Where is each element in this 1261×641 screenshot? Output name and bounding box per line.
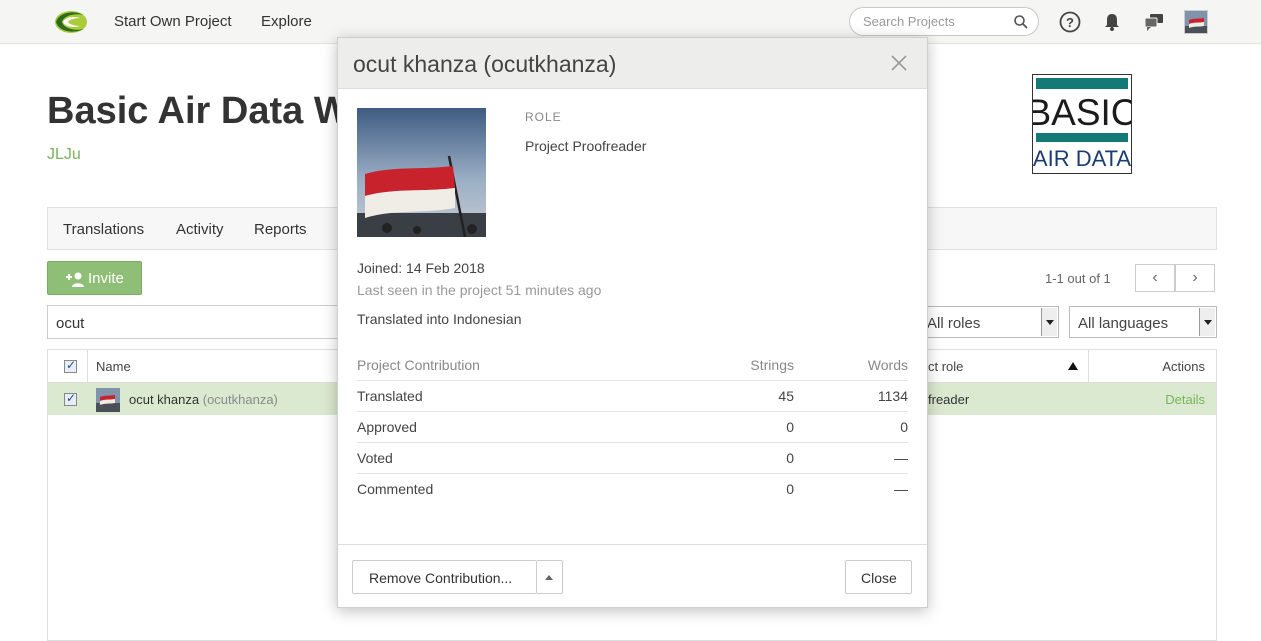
svg-text:?: ?: [1066, 15, 1074, 30]
svg-text:BASIC: BASIC: [1033, 92, 1131, 133]
close-button[interactable]: Close: [845, 560, 912, 594]
svg-text:AIR DATA: AIR DATA: [1033, 146, 1131, 171]
notifications-bell-icon[interactable]: [1100, 10, 1124, 34]
indonesian-flag-photo-icon: [357, 108, 486, 237]
invite-button[interactable]: Invite: [47, 261, 142, 295]
avatar-flag-icon: [1185, 11, 1207, 33]
messages-icon[interactable]: [1142, 10, 1166, 34]
chevron-down-icon[interactable]: [1041, 308, 1057, 336]
role-value: Project Proofreader: [525, 138, 647, 154]
project-title: Basic Air Data W: [47, 90, 350, 132]
contribution-row-voted: Voted 0 —: [357, 443, 908, 474]
pager-count: 1-1 out of 1: [1045, 271, 1111, 286]
close-icon[interactable]: [890, 54, 908, 72]
translated-languages: Translated into Indonesian: [357, 311, 522, 327]
nav-start-own-project[interactable]: Start Own Project: [114, 13, 232, 30]
contribution-row-commented: Commented 0 —: [357, 481, 908, 497]
roles-select-value: All roles: [927, 315, 981, 332]
remove-options-dropdown-button[interactable]: [537, 560, 563, 594]
row-checkbox[interactable]: [64, 391, 77, 406]
tab-reports[interactable]: Reports: [254, 221, 307, 238]
contribution-header-strings: Strings: [750, 357, 794, 373]
member-details-dialog: ocut khanza (ocutkhanza) ROLE Project Pr…: [337, 37, 928, 608]
search-icon[interactable]: [1013, 14, 1029, 30]
contribution-header-label: Project Contribution: [357, 357, 480, 373]
select-all-checkbox[interactable]: [64, 358, 77, 373]
search-placeholder: Search Projects: [863, 14, 955, 29]
user-avatar[interactable]: [1184, 10, 1208, 34]
remove-contribution-button[interactable]: Remove Contribution...: [352, 560, 537, 594]
last-seen: Last seen in the project 51 minutes ago: [357, 282, 602, 298]
member-username: (ocutkhanza): [202, 392, 278, 407]
dialog-header: ocut khanza (ocutkhanza): [338, 38, 927, 89]
column-header-actions: Actions: [1162, 359, 1205, 374]
languages-select[interactable]: All languages: [1069, 306, 1217, 338]
add-user-icon: [66, 272, 84, 287]
joined-date: Joined: 14 Feb 2018: [357, 260, 485, 276]
crowdin-logo-icon[interactable]: [50, 8, 88, 36]
dialog-footer: Remove Contribution... Close: [338, 544, 927, 607]
details-link[interactable]: Details: [1165, 392, 1205, 407]
member-photo: [357, 108, 486, 237]
member-filter-input[interactable]: ocut: [47, 305, 347, 339]
search-input[interactable]: Search Projects: [849, 7, 1039, 36]
contribution-row-translated: Translated 45 1134: [357, 381, 908, 412]
remove-contribution-label: Remove Contribution...: [369, 570, 513, 586]
contribution-header: Project Contribution Strings Words: [357, 350, 908, 381]
project-owner-link[interactable]: JLJu: [47, 146, 81, 164]
close-button-label: Close: [861, 570, 897, 586]
member-role: freader: [928, 392, 970, 407]
column-header-name[interactable]: Name: [96, 359, 131, 374]
role-label: ROLE: [525, 110, 562, 124]
member-name[interactable]: ocut khanza (ocutkhanza): [129, 392, 278, 407]
languages-select-value: All languages: [1078, 315, 1169, 332]
help-icon[interactable]: ?: [1058, 10, 1082, 34]
sort-ascending-icon[interactable]: [1068, 362, 1078, 370]
chevron-down-icon[interactable]: [1199, 308, 1215, 336]
dialog-title: ocut khanza (ocutkhanza): [353, 51, 617, 77]
basic-air-data-logo-icon: BASIC AIR DATA: [1026, 78, 1138, 171]
project-logo: BASIC AIR DATA: [1026, 74, 1138, 174]
column-divider: [1088, 350, 1089, 383]
nav-explore[interactable]: Explore: [261, 13, 312, 30]
contribution-header-words: Words: [867, 357, 908, 373]
roles-select[interactable]: All roles: [918, 306, 1059, 338]
tab-translations[interactable]: Translations: [63, 221, 144, 238]
pager-next-button[interactable]: ›: [1175, 264, 1215, 292]
column-header-role[interactable]: ct role: [928, 359, 963, 374]
tab-activity[interactable]: Activity: [176, 221, 224, 238]
member-avatar: [96, 388, 120, 412]
contribution-row-approved: Approved 0 0: [357, 412, 908, 443]
invite-label: Invite: [88, 270, 124, 287]
avatar-flag-icon: [96, 388, 120, 412]
pager-prev-button[interactable]: ‹: [1135, 264, 1175, 292]
column-divider: [87, 350, 88, 383]
filter-value: ocut: [56, 315, 85, 332]
